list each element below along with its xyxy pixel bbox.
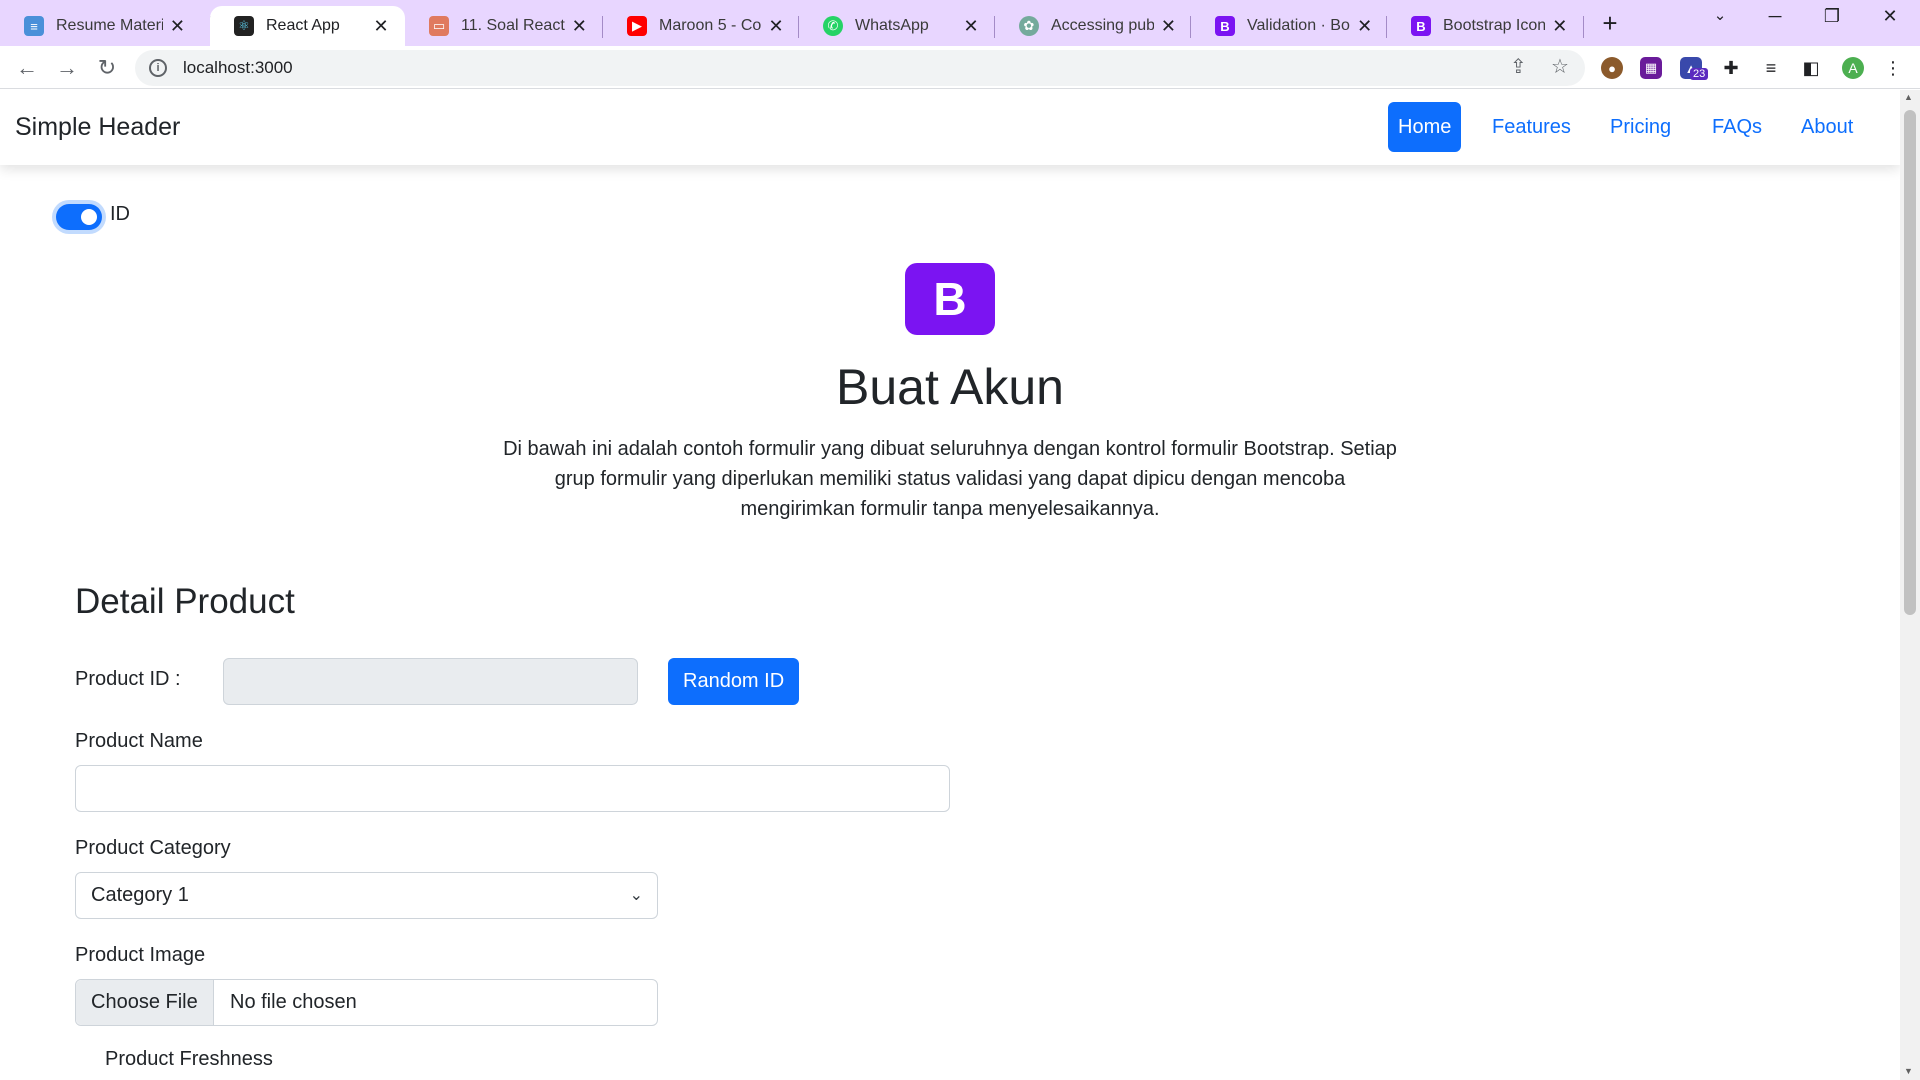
page-description: Di bawah ini adalah contoh formulir yang… bbox=[503, 438, 1397, 520]
scroll-down-icon[interactable]: ▼ bbox=[1904, 1066, 1913, 1076]
close-icon[interactable]: ✕ bbox=[371, 16, 391, 37]
nav-faqs[interactable]: FAQs bbox=[1702, 102, 1772, 152]
choose-file-button[interactable]: Choose File bbox=[76, 980, 214, 1025]
extension-badge: 23 bbox=[1690, 68, 1709, 80]
browser-tab-bar: ≡ Resume Materi K ✕ ⚛ React App ✕ ▭ 11. … bbox=[0, 0, 1920, 46]
nav-home[interactable]: Home bbox=[1388, 102, 1462, 152]
minimize-button[interactable]: ─ bbox=[1755, 6, 1795, 27]
toggle-knob bbox=[81, 209, 97, 225]
profile-avatar[interactable]: A bbox=[1842, 57, 1864, 79]
close-icon[interactable]: ✕ bbox=[961, 16, 981, 37]
puzzle-icon[interactable]: ✚ bbox=[1720, 57, 1742, 79]
product-image-label: Product Image bbox=[75, 944, 206, 966]
share-icon[interactable]: ⇪ bbox=[1510, 54, 1527, 79]
browser-tab[interactable]: B Bootstrap Icons ✕ bbox=[1387, 6, 1583, 46]
file-status: No file chosen bbox=[230, 991, 357, 1013]
section-title: Detail Product bbox=[75, 582, 295, 621]
scrollbar-thumb[interactable] bbox=[1904, 110, 1916, 615]
site-header: Simple Header Home Features Pricing FAQs… bbox=[0, 90, 1900, 165]
url-text: localhost:3000 bbox=[183, 58, 293, 77]
product-category-select[interactable]: Category 1 ⌄ bbox=[75, 872, 658, 919]
browser-tab[interactable]: ≡ Resume Materi K ✕ bbox=[0, 6, 200, 46]
nav-features[interactable]: Features bbox=[1482, 102, 1581, 152]
browser-tab[interactable]: ▶ Maroon 5 - Cold ✕ bbox=[603, 6, 799, 46]
selected-category: Category 1 bbox=[91, 884, 189, 906]
side-panel-icon[interactable]: ◧ bbox=[1800, 57, 1822, 79]
reload-icon[interactable]: ↻ bbox=[93, 54, 121, 82]
site-info-icon[interactable]: i bbox=[149, 59, 167, 77]
close-icon[interactable]: ✕ bbox=[1356, 16, 1373, 37]
tab-search-icon[interactable]: ⌄ bbox=[1700, 6, 1740, 24]
close-icon[interactable]: ✕ bbox=[1160, 16, 1177, 37]
youtube-icon: ▶ bbox=[627, 16, 647, 36]
doc-icon: ≡ bbox=[24, 16, 44, 36]
product-category-label: Product Category bbox=[75, 837, 231, 859]
forward-icon[interactable]: → bbox=[53, 54, 81, 82]
browser-tab[interactable]: ▭ 11. Soal React Eve ✕ bbox=[405, 6, 601, 46]
bookmark-star-icon[interactable]: ☆ bbox=[1551, 54, 1569, 79]
browser-tab[interactable]: ✿ Accessing public ✕ bbox=[995, 6, 1191, 46]
product-freshness-label: Product Freshness bbox=[105, 1048, 273, 1070]
back-icon[interactable]: ← bbox=[13, 54, 41, 82]
brand-title[interactable]: Simple Header bbox=[15, 113, 180, 142]
browser-toolbar: ← → ↻ i localhost:3000 ⇪ ☆ ● ▦ ▲ ✚ ≡ ◧ A… bbox=[0, 46, 1920, 89]
close-icon[interactable]: ✕ bbox=[169, 16, 186, 37]
close-icon[interactable]: ✕ bbox=[1551, 16, 1569, 37]
chevron-down-icon: ⌄ bbox=[629, 887, 643, 904]
new-tab-button[interactable]: + bbox=[1595, 8, 1625, 39]
menu-icon[interactable]: ⋮ bbox=[1882, 57, 1904, 79]
product-name-input[interactable] bbox=[75, 765, 950, 812]
bootstrap-logo-icon: B bbox=[905, 263, 995, 335]
toggle-label: ID bbox=[110, 203, 130, 225]
nav-about[interactable]: About bbox=[1791, 102, 1863, 152]
bootstrap-icon: B bbox=[1215, 16, 1235, 36]
product-id-field bbox=[223, 658, 638, 705]
language-toggle[interactable] bbox=[56, 204, 102, 230]
close-icon[interactable]: ✕ bbox=[572, 16, 587, 37]
close-window-button[interactable]: ✕ bbox=[1870, 6, 1910, 27]
address-bar[interactable]: i localhost:3000 bbox=[135, 50, 1585, 86]
browser-tab[interactable]: ✆ WhatsApp ✕ bbox=[799, 6, 995, 46]
media-icon[interactable]: ≡ bbox=[1760, 57, 1782, 79]
browser-tab-active[interactable]: ⚛ React App ✕ bbox=[210, 6, 405, 46]
bootstrap-icon: B bbox=[1411, 16, 1431, 36]
product-name-label: Product Name bbox=[75, 730, 203, 752]
page-viewport: Simple Header Home Features Pricing FAQs… bbox=[0, 90, 1900, 1080]
product-id-label: Product ID : bbox=[75, 668, 181, 690]
restore-button[interactable]: ❐ bbox=[1812, 6, 1852, 27]
slides-icon: ▭ bbox=[429, 16, 449, 36]
chatgpt-icon: ✿ bbox=[1019, 16, 1039, 36]
react-icon: ⚛ bbox=[234, 16, 254, 36]
page-title: Buat Akun bbox=[836, 359, 1064, 415]
page-scrollbar[interactable]: ▲ ▼ bbox=[1900, 90, 1920, 1080]
nav-pricing[interactable]: Pricing bbox=[1600, 102, 1681, 152]
tab-separator bbox=[1583, 16, 1584, 38]
random-id-button[interactable]: Random ID bbox=[668, 658, 800, 705]
browser-tab[interactable]: B Validation · Boots ✕ bbox=[1191, 6, 1387, 46]
cookie-extension-icon[interactable]: ● bbox=[1601, 57, 1623, 79]
scroll-up-icon[interactable]: ▲ bbox=[1904, 92, 1913, 102]
extension-icon[interactable]: ▦ bbox=[1640, 57, 1662, 79]
product-image-file-input[interactable]: Choose File No file chosen bbox=[75, 979, 658, 1026]
close-icon[interactable]: ✕ bbox=[767, 16, 785, 37]
whatsapp-icon: ✆ bbox=[823, 16, 843, 36]
